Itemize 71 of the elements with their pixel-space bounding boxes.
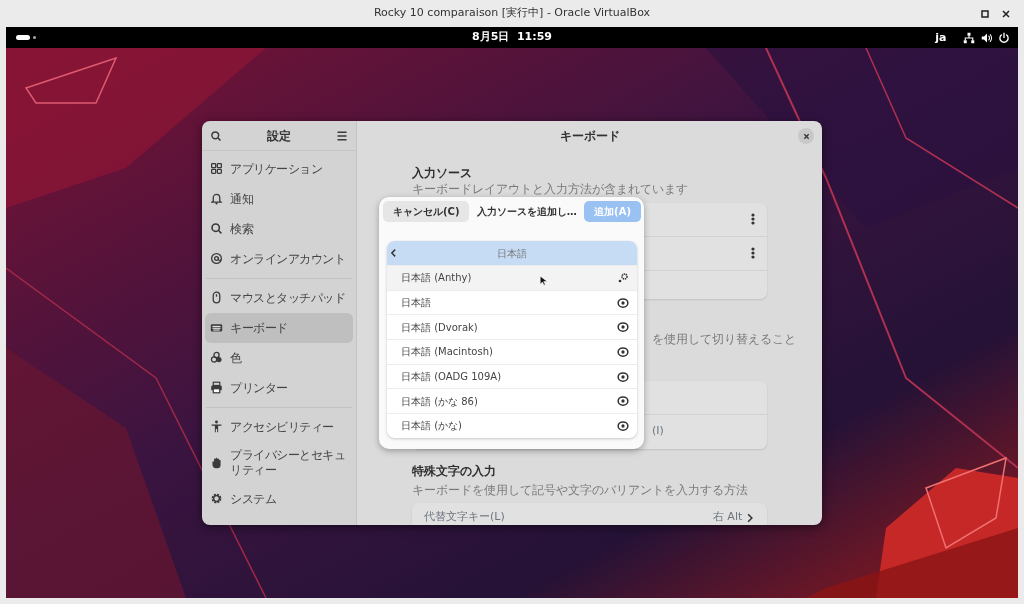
activities-button[interactable] [16, 35, 36, 40]
sidebar-item[interactable]: プライバシーとセキュリティー [205, 441, 353, 484]
list-item[interactable]: 日本語 (Dvorak) [387, 314, 637, 340]
eye-icon[interactable] [617, 395, 629, 408]
grid-icon [210, 162, 223, 176]
list-item[interactable]: 日本語 (かな 86) [387, 388, 637, 414]
sidebar-title: 設定 [267, 127, 291, 145]
network-icon[interactable] [963, 32, 975, 45]
maximize-icon [980, 9, 989, 18]
dialog-title: 入力ソースを追加し… [476, 205, 577, 219]
workspace-indicator-icon [16, 35, 36, 40]
cancel-button[interactable]: キャンセル(C) [383, 201, 470, 222]
more-options-icon[interactable] [751, 213, 755, 225]
sidebar-item[interactable]: 検索 [205, 213, 353, 244]
row-label: (I) [652, 423, 664, 440]
section-description: キーボードレイアウトと入力方法が含まれています [412, 181, 689, 197]
eye-icon[interactable] [617, 345, 629, 358]
window-title: Rocky 10 comparaison [実行中] - Oracle VirtualBox [373, 5, 651, 22]
list-item[interactable]: 日本語 (OADG 109A) [387, 363, 637, 389]
settings-icon[interactable] [617, 271, 629, 284]
search-button[interactable] [210, 129, 222, 142]
eye-icon[interactable] [617, 296, 629, 309]
gear-icon [210, 492, 223, 506]
eye-icon[interactable] [617, 419, 629, 432]
input-method-indicator[interactable]: ja [935, 30, 947, 47]
list-item[interactable]: 日本語 (Anthy) [387, 265, 637, 290]
more-options-icon[interactable] [751, 247, 755, 259]
eye-icon[interactable] [617, 370, 629, 383]
section-description: キーボードを使用して記号や文字のバリアントを入力する方法 [412, 481, 749, 498]
sidebar-item[interactable]: アクセシビリティー [205, 411, 353, 442]
list-item[interactable]: 日本語 (Macintosh) [387, 339, 637, 364]
eye-icon[interactable] [617, 321, 629, 334]
sidebar-item[interactable]: 色 [205, 342, 353, 373]
sidebar-item[interactable]: 通知 [205, 183, 353, 214]
sidebar-item[interactable]: システム [205, 483, 353, 514]
settings-row[interactable]: 代替文字キー(L) 右 Alt [412, 502, 767, 525]
sidebar-item[interactable]: マウスとタッチパッド [205, 282, 353, 313]
section-description: を使用して切り替えること [652, 330, 796, 347]
row-label: 代替文字キー(L) [424, 509, 505, 525]
bell-icon [210, 192, 223, 206]
mouse-icon [210, 291, 223, 305]
clock[interactable]: 8月5日 11:59 [472, 29, 552, 46]
sidebar-item[interactable]: プリンター [205, 372, 353, 403]
sidebar-item[interactable]: アプリケーション [205, 153, 353, 184]
close-button[interactable] [798, 128, 814, 144]
page-title: キーボード [559, 128, 620, 145]
menu-icon [336, 129, 348, 142]
hand-icon [210, 456, 223, 470]
close-icon [802, 132, 810, 140]
person-icon [210, 420, 223, 434]
section-title: 特殊文字の入力 [412, 462, 497, 479]
sidebar-item[interactable]: キーボード [205, 312, 353, 343]
search-icon [210, 222, 223, 236]
list-item[interactable]: 日本語 (かな) [387, 413, 637, 438]
section-title: 入力ソース [412, 165, 473, 181]
chevron-right-icon [745, 512, 755, 523]
list-item[interactable]: 日本語 [387, 289, 637, 315]
volume-icon[interactable] [980, 32, 993, 45]
close-icon [1002, 9, 1010, 18]
row-value: 右 Alt [712, 509, 743, 525]
menu-button[interactable] [336, 129, 348, 142]
cursor-icon [539, 273, 549, 288]
power-icon[interactable] [998, 32, 1010, 45]
list-header: 日本語 [497, 246, 527, 261]
printer-icon [210, 381, 223, 395]
sidebar-item[interactable]: オンラインアカウント [205, 243, 353, 274]
at-sign-icon [210, 252, 223, 266]
search-icon [210, 129, 222, 142]
chevron-left-icon [389, 247, 398, 259]
keyboard-icon [210, 321, 223, 335]
palette-icon [210, 351, 223, 365]
